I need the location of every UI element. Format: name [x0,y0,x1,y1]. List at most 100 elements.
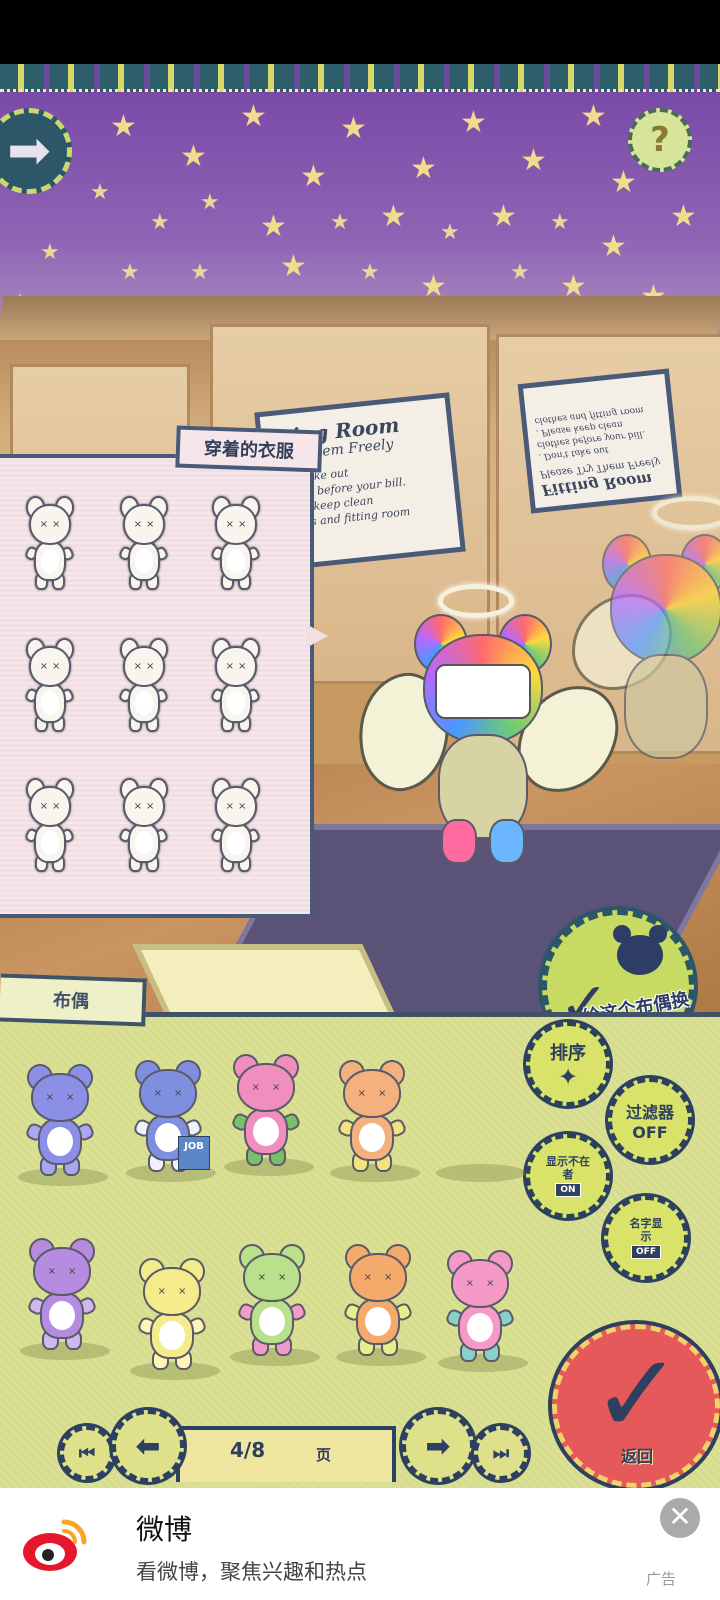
bear-belly [359,1122,385,1152]
cloth-slot-wings[interactable]: × × [209,496,263,590]
star-decoration: ★ [280,249,307,284]
star-decoration: ★ [200,190,220,215]
job-badge: JOB [178,1136,210,1170]
doll-slot[interactable]: × × [444,1250,516,1362]
previous-page-button[interactable]: ⬅ [112,1410,184,1482]
bear-head [123,503,165,545]
star-decoration: ★ [360,260,380,285]
bear-eye: × [174,1088,183,1100]
bear-eye: × [47,1266,56,1278]
skip-back-icon: ⏮ [78,1442,96,1464]
ad-title: 微博 [136,1513,193,1546]
bear-belly [365,1306,391,1336]
bear-head [237,1062,295,1113]
bear-eye: × [66,1092,75,1104]
cloth-slot-mask-alt[interactable]: × × [117,496,171,590]
bear-head [29,785,71,827]
ad-banner[interactable]: 微博 看微博，聚焦兴趣和热点 ✕ 广告 [0,1488,720,1600]
doll-slot[interactable]: × × [236,1244,308,1356]
dolls-tab: 布偶 [0,973,147,1027]
bear-eye: × [157,1286,166,1298]
bear-eye: × [39,661,48,673]
next-page-button[interactable]: ➡ [402,1410,474,1482]
bear-eye: × [384,1272,393,1284]
doll-slot[interactable]: × × [24,1064,96,1176]
bear-head-icon [613,925,667,975]
cloth-slot-mask[interactable]: × × [23,496,77,590]
question-mark-icon: ? [650,120,670,160]
sort-button[interactable]: 排序 ✦ [526,1022,610,1106]
cloth-slot-hakama[interactable]: × × [117,778,171,872]
star-decoration: ★ [190,260,210,285]
bear-head [243,1252,301,1303]
bear-eye: × [153,1088,162,1100]
bear-head [123,645,165,687]
floor-mat [132,944,398,1020]
show-names-label: 名字显示 [629,1217,663,1243]
return-button[interactable]: ✓ 返回 [552,1324,720,1488]
doll-slot[interactable]: × × [26,1238,98,1350]
bear-belly [253,1116,279,1146]
bear-eye: × [133,661,142,673]
cloth-slot-ribbon[interactable]: × × [209,638,263,732]
bear-head [33,1246,91,1297]
star-decoration: ★ [180,139,207,174]
doll-slot[interactable]: × × [230,1054,302,1166]
current-doll-character[interactable] [408,614,558,864]
star-decoration: ★ [340,111,367,146]
first-page-button[interactable]: ⏮ [60,1426,114,1480]
bear-eye: × [39,519,48,531]
star-decoration: ★ [490,199,517,234]
filter-button[interactable]: 过滤器 OFF [608,1078,692,1162]
bear-eye: × [225,801,234,813]
show-names-toggle[interactable]: 名字显示 OFF [604,1196,688,1280]
bear-head [139,1068,197,1119]
doll-slot[interactable]: × × [136,1258,208,1370]
bear-leg [489,819,525,864]
close-icon: ✕ [668,1500,692,1533]
halo-icon [438,584,514,618]
return-label: 返回 [621,1447,654,1466]
star-decoration: ★ [410,151,437,186]
bear-eye: × [146,801,155,813]
ad-close-button[interactable]: ✕ [660,1498,700,1538]
arrow-right-icon: ➡ [7,121,51,181]
bear-eye: × [133,801,142,813]
bear-eye: × [225,519,234,531]
bear-eye: × [146,661,155,673]
skip-forward-icon: ⏭ [492,1442,510,1464]
bear-eye: × [52,661,61,673]
doll-slot[interactable]: × × [342,1244,414,1356]
empty-doll-slot [436,1164,526,1182]
cloth-slot-halo[interactable]: × × [117,638,171,732]
star-decoration: ★ [240,99,267,134]
filter-label: 过滤器 [625,1102,674,1122]
cloth-slot-haori[interactable]: × × [23,778,77,872]
bear-head [343,1068,401,1119]
doll-slot[interactable]: × × [336,1060,408,1172]
bear-belly [467,1312,493,1342]
bear-eye: × [45,1092,54,1104]
bear-belly [47,1126,73,1156]
doll-slot[interactable]: × × JOB [132,1060,210,1172]
page-unit: 页 [316,1446,332,1464]
bear-head [29,645,71,687]
show-absent-toggle[interactable]: 显示不在者 ON [526,1134,610,1218]
status-bar [0,0,720,64]
last-page-button[interactable]: ⏭ [474,1426,528,1480]
panel-pointer [306,624,328,648]
bear-head [123,785,165,827]
cloth-slot-face[interactable]: × × [23,638,77,732]
page-number: 4/8 [230,1438,266,1462]
ad-tag: 广告 [646,1570,677,1588]
star-decoration: ★ [440,220,460,245]
bear-head [215,645,257,687]
help-button[interactable]: ? [628,108,692,172]
cloth-slot-fan[interactable]: × × [209,778,263,872]
bear-eye: × [465,1278,474,1290]
bear-eye: × [238,801,247,813]
bear-eye: × [146,519,155,531]
bear-head [31,1072,89,1123]
star-decoration: ★ [260,209,287,244]
bear-head [451,1258,509,1309]
